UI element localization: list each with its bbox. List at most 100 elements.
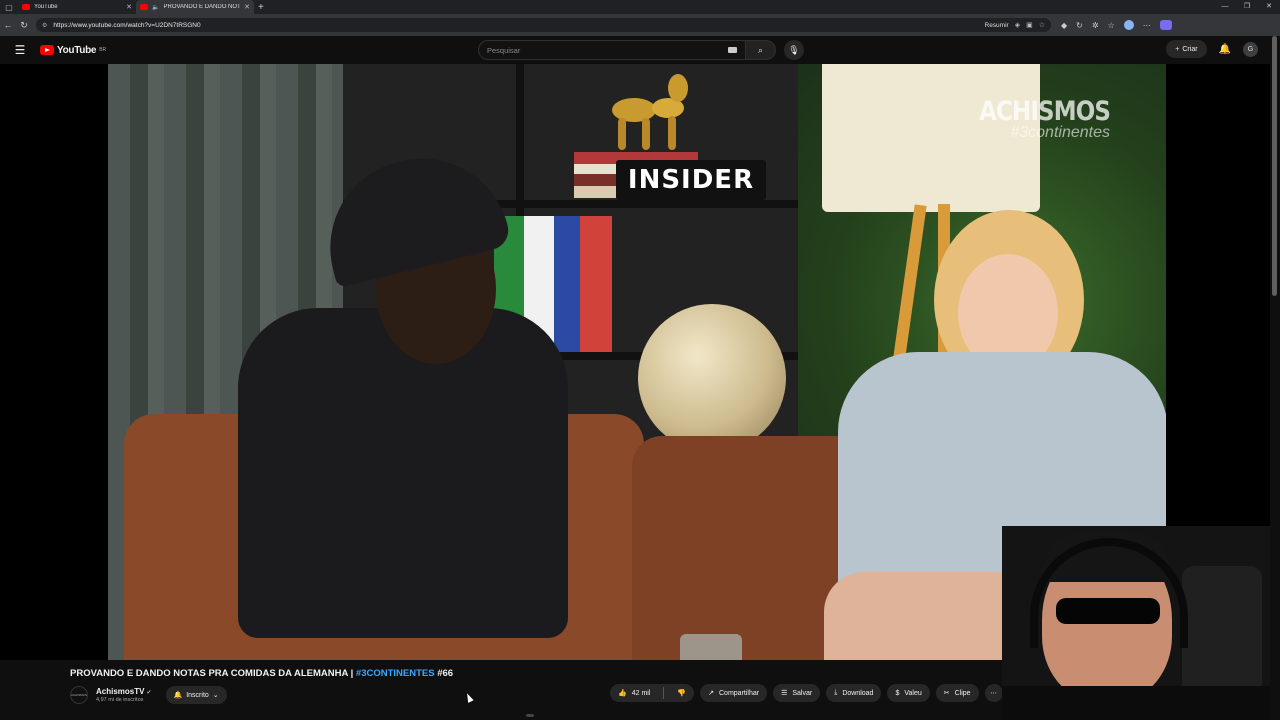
back-icon[interactable]: ← bbox=[0, 20, 16, 30]
extension-refresh-icon[interactable]: ↻ bbox=[1076, 21, 1083, 30]
close-tab-icon[interactable]: ✕ bbox=[244, 3, 250, 11]
speaker-icon[interactable]: 🔈 bbox=[152, 4, 159, 11]
clip-button[interactable]: ✂ Clipe bbox=[935, 684, 979, 702]
search-input[interactable]: Pesquisar bbox=[478, 40, 746, 60]
notifications-bell-icon[interactable]: 🔔 bbox=[1219, 44, 1231, 55]
search-container: Pesquisar ⌕ 🎙 bbox=[478, 40, 804, 60]
close-window-icon[interactable]: ✕ bbox=[1258, 0, 1280, 14]
voice-search-button[interactable]: 🎙 bbox=[784, 40, 804, 60]
balloon-dog-sculpture bbox=[612, 74, 688, 150]
install-app-icon[interactable]: ▣ bbox=[1026, 21, 1033, 29]
create-button[interactable]: + Criar bbox=[1166, 40, 1207, 58]
translate-icon[interactable]: ◈ bbox=[1015, 21, 1020, 29]
reload-icon[interactable]: ↻ bbox=[16, 20, 32, 31]
tab-youtube[interactable]: YouTube ✕ bbox=[18, 0, 136, 14]
like-button[interactable]: 👍 42 mil bbox=[610, 684, 658, 702]
keyboard-icon[interactable] bbox=[728, 47, 737, 53]
page-scrollbar[interactable] bbox=[1272, 36, 1277, 296]
tab-title: PROVANDO E DANDO NOTAS bbox=[163, 4, 241, 10]
save-button[interactable]: ☰ Salvar bbox=[773, 684, 821, 702]
browser-tab-strip: ▢ YouTube ✕ 🔈 PROVANDO E DANDO NOTAS ✕ +… bbox=[0, 0, 1280, 14]
url-text: https://www.youtube.com/watch?v=U2DN7tRS… bbox=[53, 21, 201, 29]
maximize-icon[interactable]: ❐ bbox=[1236, 0, 1258, 14]
divider bbox=[663, 687, 665, 699]
drag-handle[interactable] bbox=[526, 714, 534, 717]
share-label: Compartilhar bbox=[719, 689, 760, 697]
create-label: Criar bbox=[1182, 45, 1198, 53]
new-tab-icon[interactable]: + bbox=[258, 2, 264, 13]
thanks-label: Valeu bbox=[904, 689, 922, 697]
scene-globe bbox=[638, 304, 786, 452]
video-title-suffix: #66 bbox=[434, 668, 454, 679]
close-tab-icon[interactable]: ✕ bbox=[126, 3, 132, 11]
super-thanks-icon: $ bbox=[895, 689, 900, 697]
site-info-icon[interactable]: ⚙ bbox=[42, 22, 47, 29]
copilot-icon[interactable] bbox=[1159, 20, 1172, 30]
tab-actions-icon[interactable]: ▢ bbox=[0, 0, 18, 14]
channel-name-text: AchismosTV bbox=[96, 687, 145, 696]
download-label: Download bbox=[842, 689, 874, 697]
verified-check-icon: ✔ bbox=[146, 690, 152, 696]
more-dots-icon: ⋯ bbox=[990, 690, 998, 697]
plus-icon: + bbox=[1175, 45, 1180, 53]
video-title-text: PROVANDO E DANDO NOTAS PRA COMIDAS DA AL… bbox=[70, 668, 356, 679]
summarize-button[interactable]: Resumir bbox=[985, 22, 1009, 29]
subscribed-button[interactable]: 🔔 Inscrito ⌄ bbox=[165, 686, 227, 704]
video-info: PROVANDO E DANDO NOTAS PRA COMIDAS DA AL… bbox=[0, 660, 1003, 720]
channel-row: ACHISMOS AchismosTV ✔ 4,97 mi de inscrito… bbox=[70, 684, 227, 706]
scissors-icon: ✂ bbox=[943, 690, 950, 697]
share-button[interactable]: ↗ Compartilhar bbox=[700, 684, 768, 702]
subscriber-count: 4,97 mi de inscritos bbox=[96, 697, 144, 703]
region-code: BR bbox=[99, 46, 107, 53]
download-icon: ⤓ bbox=[834, 689, 838, 696]
download-button[interactable]: ⤓ Download bbox=[826, 684, 882, 702]
address-bar[interactable]: ⚙ https://www.youtube.com/watch?v=U2DN7t… bbox=[36, 18, 1051, 32]
youtube-play-icon bbox=[40, 45, 54, 55]
webcam-shirt bbox=[1002, 686, 1270, 720]
minimize-icon[interactable]: — bbox=[1214, 0, 1236, 14]
share-icon: ↗ bbox=[708, 690, 714, 697]
search-icon: ⌕ bbox=[757, 45, 764, 55]
browser-toolbar: ← ↻ ⚙ https://www.youtube.com/watch?v=U2… bbox=[0, 14, 1280, 36]
channel-name[interactable]: AchismosTV ✔ bbox=[96, 687, 152, 696]
window-controls: — ❐ ✕ bbox=[1214, 0, 1280, 14]
like-dislike-group: 👍 42 mil 👎 bbox=[610, 684, 695, 702]
microphone-icon: 🎙 bbox=[788, 45, 800, 55]
watermark-title: ACHISMOS bbox=[979, 96, 1111, 127]
youtube-logo[interactable]: YouTube BR bbox=[40, 45, 106, 56]
search-placeholder: Pesquisar bbox=[487, 45, 521, 55]
profile-icon[interactable] bbox=[1123, 20, 1134, 30]
chevron-down-icon: ⌄ bbox=[212, 692, 219, 699]
more-actions-button[interactable]: ⋯ bbox=[984, 684, 1003, 702]
scene-jar bbox=[680, 634, 742, 660]
thumbs-up-icon: 👍 bbox=[618, 690, 627, 697]
webcam-overlay bbox=[1002, 526, 1270, 720]
thumbs-down-icon: 👎 bbox=[677, 690, 687, 697]
logo-text: YouTube bbox=[57, 44, 97, 56]
channel-text: AchismosTV ✔ 4,97 mi de inscritos bbox=[96, 687, 152, 703]
menu-dots-icon[interactable]: ⋯ bbox=[1143, 21, 1151, 30]
youtube-favicon-icon bbox=[22, 4, 30, 10]
thanks-button[interactable]: $ Valeu bbox=[887, 684, 930, 702]
bottom-edge bbox=[0, 714, 1002, 720]
bell-icon: 🔔 bbox=[173, 692, 183, 699]
guide-menu-icon[interactable]: ☰ bbox=[0, 43, 40, 57]
account-avatar[interactable]: G bbox=[1243, 41, 1258, 57]
bookmark-star-icon[interactable]: ☆ bbox=[1039, 21, 1045, 29]
video-actions: 👍 42 mil 👎 ↗ Compartilhar ☰ Salvar ⤓ Dow… bbox=[610, 684, 1003, 702]
youtube-favicon-icon bbox=[140, 4, 148, 10]
masthead-actions: + Criar 🔔 G bbox=[1166, 40, 1258, 58]
favorites-icon[interactable]: ☆ bbox=[1108, 21, 1115, 30]
video-hashtag-link[interactable]: #3CONTINENTES bbox=[356, 668, 435, 679]
search-button[interactable]: ⌕ bbox=[746, 40, 776, 60]
channel-avatar[interactable]: ACHISMOS bbox=[70, 686, 88, 704]
extensions-puzzle-icon[interactable]: ✲ bbox=[1092, 21, 1099, 30]
youtube-masthead: ☰ YouTube BR Pesquisar ⌕ 🎙 + Criar 🔔 G bbox=[0, 36, 1280, 64]
subscribed-label: Inscrito bbox=[186, 691, 209, 699]
extension-diamond-icon[interactable]: ◆ bbox=[1061, 21, 1067, 30]
clip-label: Clipe bbox=[954, 689, 971, 697]
dislike-button[interactable]: 👎 bbox=[669, 684, 694, 702]
tab-title: YouTube bbox=[34, 4, 58, 10]
tab-video[interactable]: 🔈 PROVANDO E DANDO NOTAS ✕ bbox=[136, 0, 254, 14]
extensions-bar: ◆ ↻ ✲ ☆ ⋯ bbox=[1061, 20, 1172, 30]
